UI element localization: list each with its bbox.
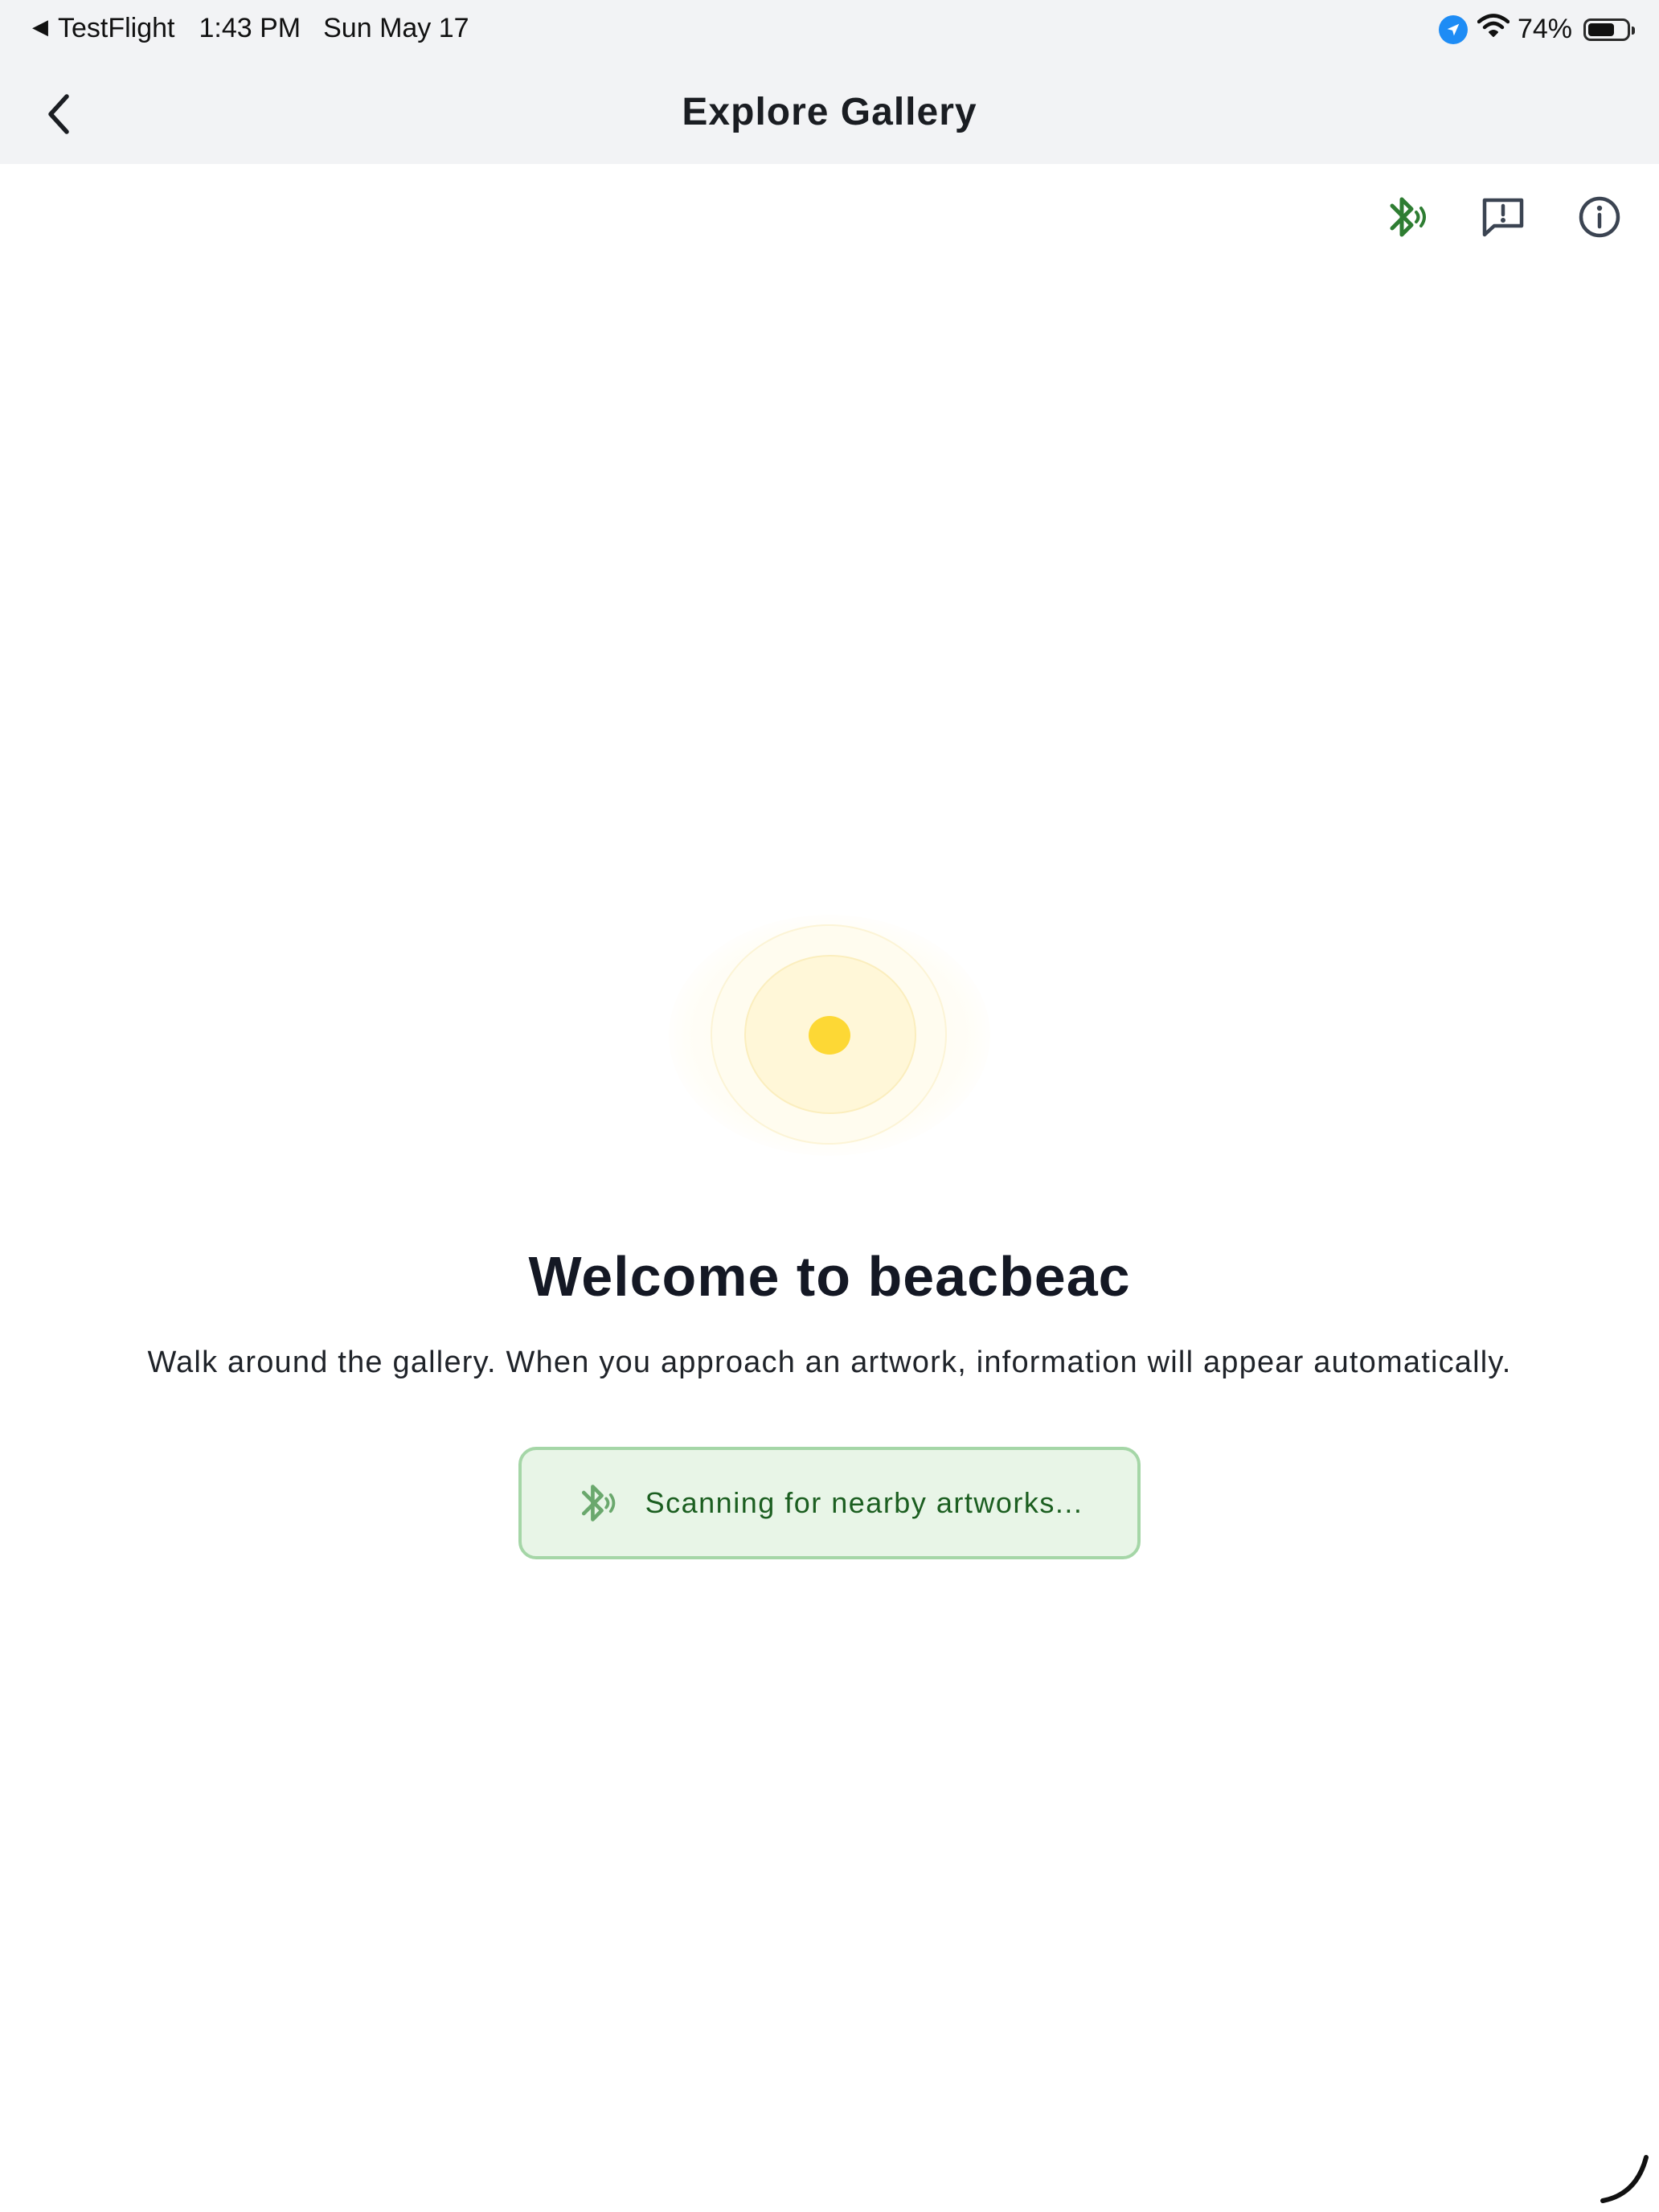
battery-percent: 74%	[1517, 14, 1572, 44]
info-button[interactable]	[1572, 190, 1627, 244]
home-indicator-corner	[1596, 2151, 1653, 2207]
page-title: Explore Gallery	[682, 91, 977, 133]
battery-fill	[1588, 23, 1614, 36]
status-left: ◀ TestFlight 1:43 PM Sun May 17	[32, 13, 469, 44]
back-to-app-icon[interactable]: ◀	[32, 14, 48, 39]
battery-nub	[1632, 26, 1635, 35]
welcome-title: Welcome to beacbeac	[528, 1245, 1131, 1308]
status-date: Sun May 17	[323, 13, 469, 43]
battery-icon	[1583, 18, 1635, 41]
status-time: 1:43 PM	[199, 13, 301, 43]
bluetooth-scanning-icon	[1390, 197, 1426, 237]
report-feedback-button[interactable]	[1476, 190, 1530, 244]
welcome-subtitle: Walk around the gallery. When you approa…	[147, 1346, 1512, 1379]
info-icon	[1579, 196, 1620, 238]
location-icon	[1438, 14, 1468, 44]
wifi-icon	[1477, 13, 1510, 46]
navigation-bar: Explore Gallery	[0, 59, 1659, 164]
beacon-pulse-core	[809, 1016, 850, 1055]
back-to-app-label[interactable]: TestFlight	[58, 13, 175, 44]
toolbar	[1337, 190, 1627, 244]
status-bar: ◀ TestFlight 1:43 PM Sun May 17 74%	[0, 0, 1659, 59]
beacon-pulse	[669, 915, 990, 1156]
top-bar: ◀ TestFlight 1:43 PM Sun May 17 74% Expl…	[0, 0, 1659, 164]
scanning-status-label: Scanning for nearby artworks...	[645, 1486, 1083, 1519]
explore-gallery-screen: ◀ TestFlight 1:43 PM Sun May 17 74% Expl…	[0, 0, 1659, 2212]
bluetooth-status-button[interactable]	[1379, 190, 1434, 244]
bluetooth-scanning-icon	[576, 1481, 618, 1526]
status-right: 74%	[1438, 13, 1635, 46]
scanning-status-badge: Scanning for nearby artworks...	[518, 1447, 1141, 1559]
feedback-icon	[1482, 198, 1524, 237]
